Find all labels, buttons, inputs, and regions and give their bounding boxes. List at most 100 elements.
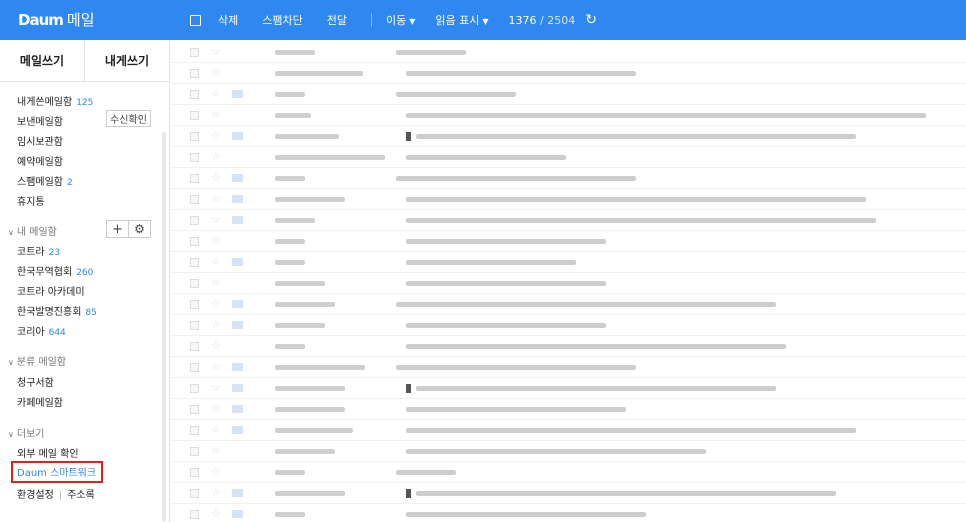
mail-row[interactable]: ☆ (171, 147, 966, 168)
mail-subject[interactable] (406, 344, 786, 349)
external-mail-link[interactable]: 외부 메일 확인 (17, 445, 79, 460)
mail-row[interactable]: ☆ (171, 336, 966, 357)
star-icon[interactable]: ☆ (211, 192, 221, 205)
star-icon[interactable]: ☆ (211, 297, 221, 310)
add-mailbox-button[interactable]: + (106, 220, 129, 238)
star-icon[interactable]: ☆ (211, 66, 221, 79)
mail-subject[interactable] (396, 365, 636, 370)
mail-subject[interactable] (396, 50, 466, 55)
star-icon[interactable]: ☆ (211, 276, 221, 289)
compose-button[interactable]: 메일쓰기 (0, 40, 85, 81)
checkbox-icon[interactable] (190, 342, 199, 351)
checkbox-icon[interactable] (190, 300, 199, 309)
mail-subject[interactable] (406, 260, 576, 265)
mail-subject[interactable] (406, 113, 926, 118)
star-icon[interactable]: ☆ (211, 402, 221, 415)
checkbox-icon[interactable] (190, 468, 199, 477)
star-icon[interactable]: ☆ (211, 507, 221, 520)
forward-button[interactable]: 전달 (327, 12, 347, 28)
mail-row[interactable]: ☆ (171, 189, 966, 210)
read-receipt-button[interactable]: 수신확인 (106, 110, 151, 127)
self-compose-button[interactable]: 내게쓰기 (85, 40, 169, 81)
mail-row[interactable]: ☆ (171, 378, 966, 399)
mail-subject[interactable] (396, 470, 456, 475)
mail-row[interactable]: ☆ (171, 483, 966, 504)
star-icon[interactable]: ☆ (211, 339, 221, 352)
folder-spam[interactable]: 스팸메일함 2 (17, 173, 73, 188)
checkbox-icon[interactable] (190, 426, 199, 435)
mail-row[interactable]: ☆ (171, 105, 966, 126)
mail-subject[interactable] (406, 239, 606, 244)
mail-row[interactable]: ☆ (171, 399, 966, 420)
checkbox-icon[interactable] (190, 69, 199, 78)
checkbox-icon[interactable] (190, 384, 199, 393)
mailbox-korea[interactable]: 코리아 644 (17, 323, 66, 338)
checkbox-icon[interactable] (190, 216, 199, 225)
category-mailbox-header[interactable]: ∨ 분류 메일함 (8, 353, 66, 368)
star-icon[interactable]: ☆ (211, 444, 221, 457)
my-mailbox-header[interactable]: ∨ 내 메일함 (8, 223, 57, 238)
gear-icon[interactable]: ⚙ (128, 220, 151, 238)
checkbox-icon[interactable] (190, 489, 199, 498)
mail-subject[interactable] (396, 302, 776, 307)
star-icon[interactable]: ☆ (211, 360, 221, 373)
checkbox-icon[interactable] (190, 258, 199, 267)
mail-subject[interactable] (406, 428, 856, 433)
mail-row[interactable]: ☆ (171, 84, 966, 105)
folder-trash[interactable]: 휴지통 (17, 193, 45, 208)
checkbox-icon[interactable] (190, 237, 199, 246)
star-icon[interactable]: ☆ (211, 381, 221, 394)
daum-mail-logo[interactable]: Daum 메일 (18, 9, 95, 30)
sidebar-scrollbar[interactable] (162, 132, 166, 522)
mailbox-bills[interactable]: 청구서함 (17, 374, 54, 389)
checkbox-icon[interactable] (190, 405, 199, 414)
star-icon[interactable]: ☆ (211, 465, 221, 478)
star-icon[interactable]: ☆ (211, 129, 221, 142)
mail-row[interactable]: ☆ (171, 420, 966, 441)
mail-subject[interactable] (406, 323, 606, 328)
star-icon[interactable]: ☆ (211, 87, 221, 100)
star-icon[interactable]: ☆ (211, 213, 221, 226)
settings-link[interactable]: 환경설정 (17, 490, 54, 501)
checkbox-icon[interactable] (190, 48, 199, 57)
star-icon[interactable]: ☆ (211, 318, 221, 331)
star-icon[interactable]: ☆ (211, 255, 221, 268)
folder-scheduled[interactable]: 예약메일함 (17, 153, 63, 168)
folder-drafts[interactable]: 임시보관함 (17, 133, 63, 148)
mail-row[interactable]: ☆ (171, 210, 966, 231)
mail-subject[interactable] (396, 176, 636, 181)
mailbox-cafe[interactable]: 카페메일함 (17, 394, 63, 409)
folder-sent[interactable]: 보낸메일함 (17, 113, 63, 128)
folder-self-sent[interactable]: 내게쓴메일함 125 (17, 93, 93, 108)
mail-row[interactable]: ☆ (171, 357, 966, 378)
mail-subject[interactable] (406, 512, 646, 517)
mail-subject[interactable] (406, 155, 566, 160)
mail-row[interactable]: ☆ (171, 315, 966, 336)
mail-subject[interactable] (406, 407, 626, 412)
mail-subject[interactable] (416, 386, 776, 391)
checkbox-icon[interactable] (190, 153, 199, 162)
move-dropdown[interactable]: 이동 ▼ (386, 12, 415, 28)
checkbox-icon[interactable] (190, 195, 199, 204)
mailbox-kipa[interactable]: 한국발명진흥회 85 (17, 303, 97, 318)
mail-row[interactable]: ☆ (171, 441, 966, 462)
select-all-checkbox[interactable] (190, 14, 201, 26)
checkbox-icon[interactable] (190, 279, 199, 288)
mail-subject[interactable] (406, 281, 606, 286)
checkbox-icon[interactable] (190, 447, 199, 456)
mail-subject[interactable] (406, 449, 706, 454)
mail-subject[interactable] (406, 71, 636, 76)
mail-row[interactable]: ☆ (171, 63, 966, 84)
mail-row[interactable]: ☆ (171, 504, 966, 522)
star-icon[interactable]: ☆ (211, 45, 221, 58)
mail-row[interactable]: ☆ (171, 252, 966, 273)
checkbox-icon[interactable] (190, 132, 199, 141)
star-icon[interactable]: ☆ (211, 108, 221, 121)
block-spam-button[interactable]: 스팸차단 (262, 12, 302, 28)
checkbox-icon[interactable] (190, 510, 199, 519)
mail-subject[interactable] (396, 92, 516, 97)
mail-row[interactable]: ☆ (171, 462, 966, 483)
delete-button[interactable]: 삭제 (218, 12, 238, 28)
star-icon[interactable]: ☆ (211, 171, 221, 184)
refresh-icon[interactable]: ↻ (585, 12, 597, 28)
